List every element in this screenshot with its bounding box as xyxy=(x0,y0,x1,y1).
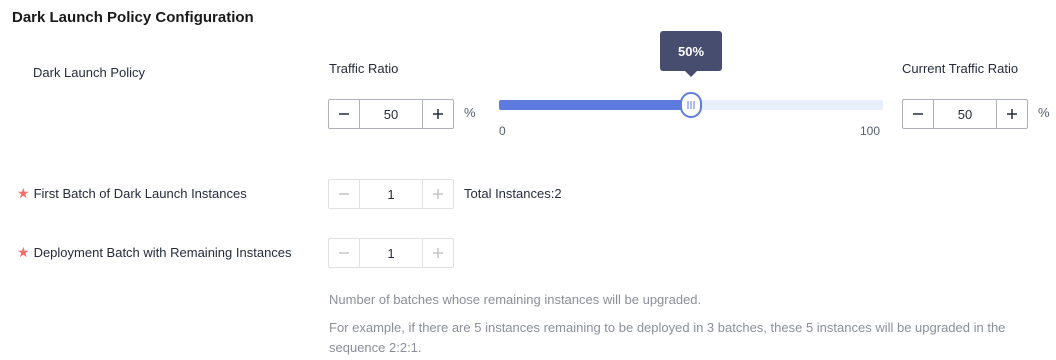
remaining-batch-decrement-button[interactable] xyxy=(329,239,360,267)
slider-min-label: 0 xyxy=(499,124,506,138)
current-traffic-ratio-label: Current Traffic Ratio xyxy=(902,61,1019,76)
total-instances-text: Total Instances:2 xyxy=(464,186,562,201)
traffic-ratio-unit: % xyxy=(464,105,476,120)
remaining-batch-label-row: ★ Deployment Batch with Remaining Instanc… xyxy=(17,244,292,261)
traffic-ratio-input[interactable]: 50 xyxy=(360,100,422,128)
required-star-icon: ★ xyxy=(17,185,30,201)
current-traffic-ratio-input[interactable]: 50 xyxy=(934,100,996,128)
help-text-batches: Number of batches whose remaining instan… xyxy=(329,292,702,307)
traffic-ratio-stepper: 50 xyxy=(328,99,454,129)
traffic-ratio-increment-button[interactable] xyxy=(422,100,453,128)
current-traffic-decrement-button[interactable] xyxy=(903,100,934,128)
first-batch-decrement-button[interactable] xyxy=(329,180,360,208)
dark-launch-policy-label: Dark Launch Policy xyxy=(33,65,145,80)
current-traffic-increment-button[interactable] xyxy=(996,100,1027,128)
current-traffic-ratio-unit: % xyxy=(1038,105,1050,120)
plus-icon xyxy=(433,189,443,199)
minus-icon xyxy=(339,252,349,254)
plus-icon xyxy=(1007,109,1017,119)
remaining-batch-increment-button[interactable] xyxy=(422,239,453,267)
plus-icon xyxy=(433,248,443,258)
first-batch-label-row: ★ First Batch of Dark Launch Instances xyxy=(17,185,247,202)
minus-icon xyxy=(339,193,349,195)
traffic-ratio-slider-fill xyxy=(499,100,691,110)
remaining-batch-input[interactable]: 1 xyxy=(360,239,422,267)
slider-value-tooltip: 50% xyxy=(660,31,722,71)
traffic-ratio-slider-thumb[interactable] xyxy=(680,92,702,118)
remaining-batch-label: Deployment Batch with Remaining Instance… xyxy=(33,245,292,260)
traffic-ratio-label: Traffic Ratio xyxy=(329,61,399,76)
tooltip-arrow xyxy=(685,71,697,77)
current-traffic-ratio-stepper: 50 xyxy=(902,99,1028,129)
slider-max-label: 100 xyxy=(860,124,881,138)
minus-icon xyxy=(339,113,349,115)
grip-icon xyxy=(687,101,695,109)
section-title: Dark Launch Policy Configuration xyxy=(12,9,254,26)
required-star-icon: ★ xyxy=(17,244,30,260)
plus-icon xyxy=(433,109,443,119)
first-batch-increment-button[interactable] xyxy=(422,180,453,208)
first-batch-label: First Batch of Dark Launch Instances xyxy=(33,186,247,201)
first-batch-input[interactable]: 1 xyxy=(360,180,422,208)
first-batch-stepper: 1 xyxy=(328,179,454,209)
remaining-batch-stepper: 1 xyxy=(328,238,454,268)
help-text-example: For example, if there are 5 instances re… xyxy=(329,320,1006,355)
minus-icon xyxy=(913,113,923,115)
traffic-ratio-decrement-button[interactable] xyxy=(329,100,360,128)
